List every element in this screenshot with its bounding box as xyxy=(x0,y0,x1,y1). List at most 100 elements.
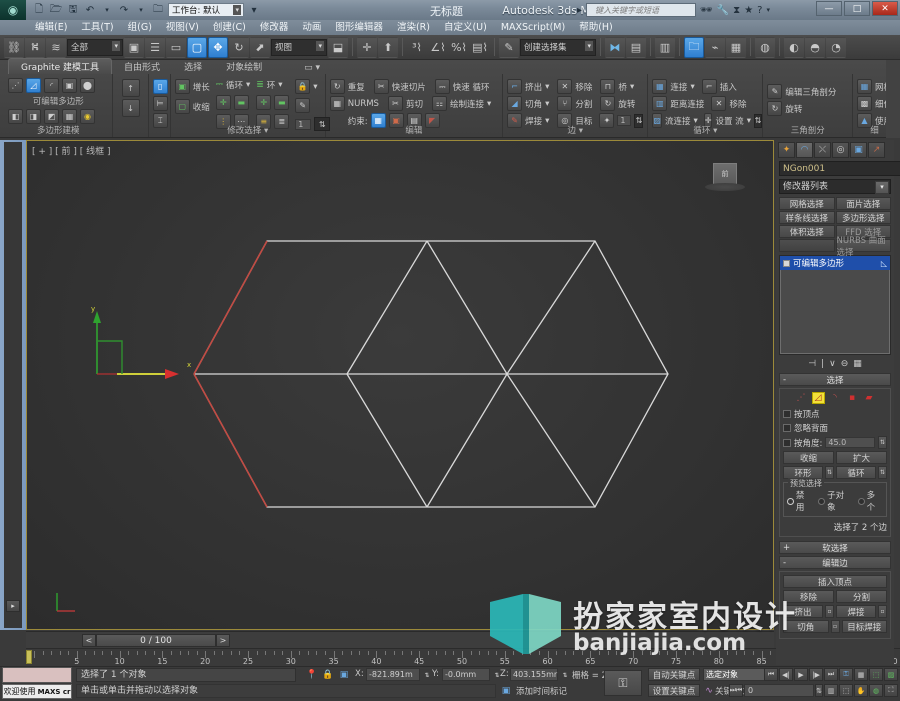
rectangular-selection-region-icon[interactable]: ▭ xyxy=(166,36,186,58)
wrench-icon[interactable]: 🔧 xyxy=(717,5,729,16)
window-crossing-icon[interactable]: ▢ xyxy=(187,36,207,58)
utilities-tab-icon[interactable]: ↗ xyxy=(868,142,885,158)
mesh-smooth-icon[interactable]: ▦ xyxy=(856,79,872,94)
set-key-mode-icon[interactable]: ⏭⏮ xyxy=(729,684,743,697)
align-icon[interactable]: ▤ xyxy=(626,36,646,58)
scene-explorer-icon[interactable]: 🗀 xyxy=(684,36,704,58)
rendered-frame-window-icon[interactable]: ◓ xyxy=(805,36,825,58)
ribbon-options-icon[interactable]: ▭ ▾ xyxy=(274,62,332,74)
pan-view-icon[interactable]: ✋ xyxy=(854,684,868,697)
remove-modifier-icon[interactable]: ⊖ xyxy=(841,359,849,369)
remove-button[interactable]: 移除 xyxy=(783,590,834,603)
bind-to-space-warp-icon[interactable]: ≋ xyxy=(46,36,66,58)
menu-item-help[interactable]: 帮助(H) xyxy=(572,20,620,35)
hierarchy-tab-icon[interactable]: ⤬ xyxy=(814,142,831,158)
help-dropdown-icon[interactable]: ▾ xyxy=(766,6,770,14)
polygon-level-icon[interactable]: ▣ xyxy=(62,78,77,93)
named-selection-set-combo[interactable]: 创建选择集 xyxy=(520,38,596,56)
go-to-end-icon[interactable]: ⏭ xyxy=(824,668,838,681)
cut-icon[interactable]: ✂ xyxy=(387,96,403,111)
chamfer-settings-icon[interactable]: ▫ xyxy=(830,620,840,633)
nurms-icon[interactable]: ▦ xyxy=(329,96,345,111)
edge-sublevel-icon[interactable]: ◿ xyxy=(811,392,825,404)
modify-tab-icon[interactable]: ◠ xyxy=(796,142,813,158)
tessellate-icon[interactable]: ▩ xyxy=(856,96,872,111)
menu-item-edit[interactable]: 编辑(E) xyxy=(28,20,74,35)
spline-select-button[interactable]: 样条线选择 xyxy=(779,211,835,224)
viewcube[interactable]: 前 xyxy=(705,163,745,191)
nurbs-surface-select-button[interactable]: NURBS 曲面选择 xyxy=(835,236,891,258)
menu-item-graph-editors[interactable]: 图形编辑器 xyxy=(328,20,390,35)
connect-dropdown-icon[interactable]: ▾ xyxy=(690,82,694,92)
symmetry-icon[interactable]: ◨ xyxy=(26,109,41,124)
loop-row[interactable]: ⎓ 循环 ▾ xyxy=(216,79,250,91)
menu-item-views[interactable]: 视图(V) xyxy=(159,20,206,35)
quickslice-icon[interactable]: ✂ xyxy=(373,79,389,94)
close-button[interactable]: ✕ xyxy=(872,1,898,16)
save-file-icon[interactable]: 🖫 xyxy=(66,3,80,17)
shrink-button[interactable]: 收缩 xyxy=(783,451,834,464)
menu-item-group[interactable]: 组(G) xyxy=(121,20,159,35)
preserve-uvs-icon[interactable]: ◩ xyxy=(44,109,59,124)
hourglass-icon[interactable]: ⧗ xyxy=(733,5,740,16)
loop-dropdown-icon[interactable]: ▾ xyxy=(246,80,250,90)
repeat-icon[interactable]: ↻ xyxy=(329,79,345,94)
time-configuration-icon[interactable]: ▦ xyxy=(854,668,868,681)
layer-manager-icon[interactable]: ▥ xyxy=(655,36,675,58)
key-filter-combo[interactable]: 选定对象 xyxy=(703,668,773,681)
select-and-move-icon[interactable]: ✥ xyxy=(208,36,228,58)
key-filters-curve-icon[interactable]: ∿ xyxy=(703,685,715,697)
element-level-icon[interactable]: ⬤ xyxy=(80,78,95,93)
border-level-icon[interactable]: ◜ xyxy=(44,78,59,93)
select-object-icon[interactable]: ▣ xyxy=(124,36,144,58)
by-angle-row[interactable]: 按角度: 45.0 ⇅ xyxy=(783,436,887,449)
star-icon[interactable]: ★ xyxy=(744,5,753,16)
play-animation-icon[interactable]: ▶ xyxy=(794,668,808,681)
quickloop-icon[interactable]: ⎓ xyxy=(434,79,450,94)
preview-multi-radio[interactable] xyxy=(857,497,865,505)
extrude-settings-icon[interactable]: ▫ xyxy=(825,605,834,618)
target-weld-button[interactable]: 目标焊接 xyxy=(841,620,887,633)
select-and-link-icon[interactable]: ⛓ xyxy=(4,36,24,58)
frame-marker[interactable] xyxy=(26,650,32,664)
split-button[interactable]: 分割 xyxy=(836,590,887,603)
snaps-toggle-icon[interactable]: ³⌇ xyxy=(407,37,427,58)
loop-shrink-icon[interactable]: ▬ xyxy=(233,95,249,110)
spin-icon[interactable]: ↻ xyxy=(600,96,616,111)
select-and-scale-icon[interactable]: ⬈ xyxy=(250,36,270,58)
zoom-extents-all-icon[interactable]: ⬚ xyxy=(869,668,883,681)
coord-z-spinner[interactable]: ⇅ xyxy=(559,669,571,681)
weld-settings-icon[interactable]: ▫ xyxy=(878,605,887,618)
menu-item-maxscript[interactable]: MAXScript(M) xyxy=(494,20,572,35)
maximize-button[interactable]: □ xyxy=(844,1,870,16)
use-pivot-point-center-icon[interactable]: ⬓ xyxy=(328,36,348,58)
ignore-backfacing-row[interactable]: 忽略背面 xyxy=(783,422,887,434)
ignore-backfacing-checkbox[interactable] xyxy=(783,424,791,432)
extrude-button[interactable]: 挤出 xyxy=(783,605,823,618)
set-key-button[interactable]: 设置关键点 xyxy=(648,684,700,697)
auto-key-button[interactable]: 自动关键点 xyxy=(648,668,700,681)
edit-named-selection-sets-icon[interactable]: ✎ xyxy=(499,36,519,58)
make-planar-icon[interactable]: ▦ xyxy=(62,109,77,124)
next-frame-button[interactable]: > xyxy=(216,633,230,647)
coord-z-field[interactable]: 403.155mr xyxy=(510,668,558,681)
display-tab-icon[interactable]: ▣ xyxy=(850,142,867,158)
app-logo-icon[interactable]: ◉ xyxy=(0,0,26,20)
menu-item-tools[interactable]: 工具(T) xyxy=(74,20,120,35)
key-mode-icon[interactable]: ⚿ xyxy=(839,668,853,681)
paint-selection-icon[interactable]: ✎ xyxy=(295,98,311,113)
paint-connect-dropdown-icon[interactable]: ▾ xyxy=(487,99,491,109)
by-angle-value[interactable]: 45.0 xyxy=(825,437,875,448)
add-time-tag-icon[interactable]: ▣ xyxy=(500,685,512,697)
motion-tab-icon[interactable]: ◎ xyxy=(832,142,849,158)
keyboard-shortcut-override-icon[interactable]: ⬆ xyxy=(378,36,398,58)
ring-dropdown-icon[interactable]: ▾ xyxy=(278,80,282,90)
loop-spinner[interactable]: ⇅ xyxy=(878,466,887,479)
curve-editor-icon[interactable]: ⌁ xyxy=(705,36,725,58)
material-editor-icon[interactable]: ◍ xyxy=(755,36,775,58)
object-name-input[interactable] xyxy=(779,161,900,176)
by-angle-checkbox[interactable] xyxy=(783,438,791,447)
orbit-icon[interactable]: ◍ xyxy=(869,684,883,697)
percent-snap-toggle-icon[interactable]: %⌇ xyxy=(449,37,469,58)
configure-sets-icon[interactable]: ▦ xyxy=(853,359,862,369)
